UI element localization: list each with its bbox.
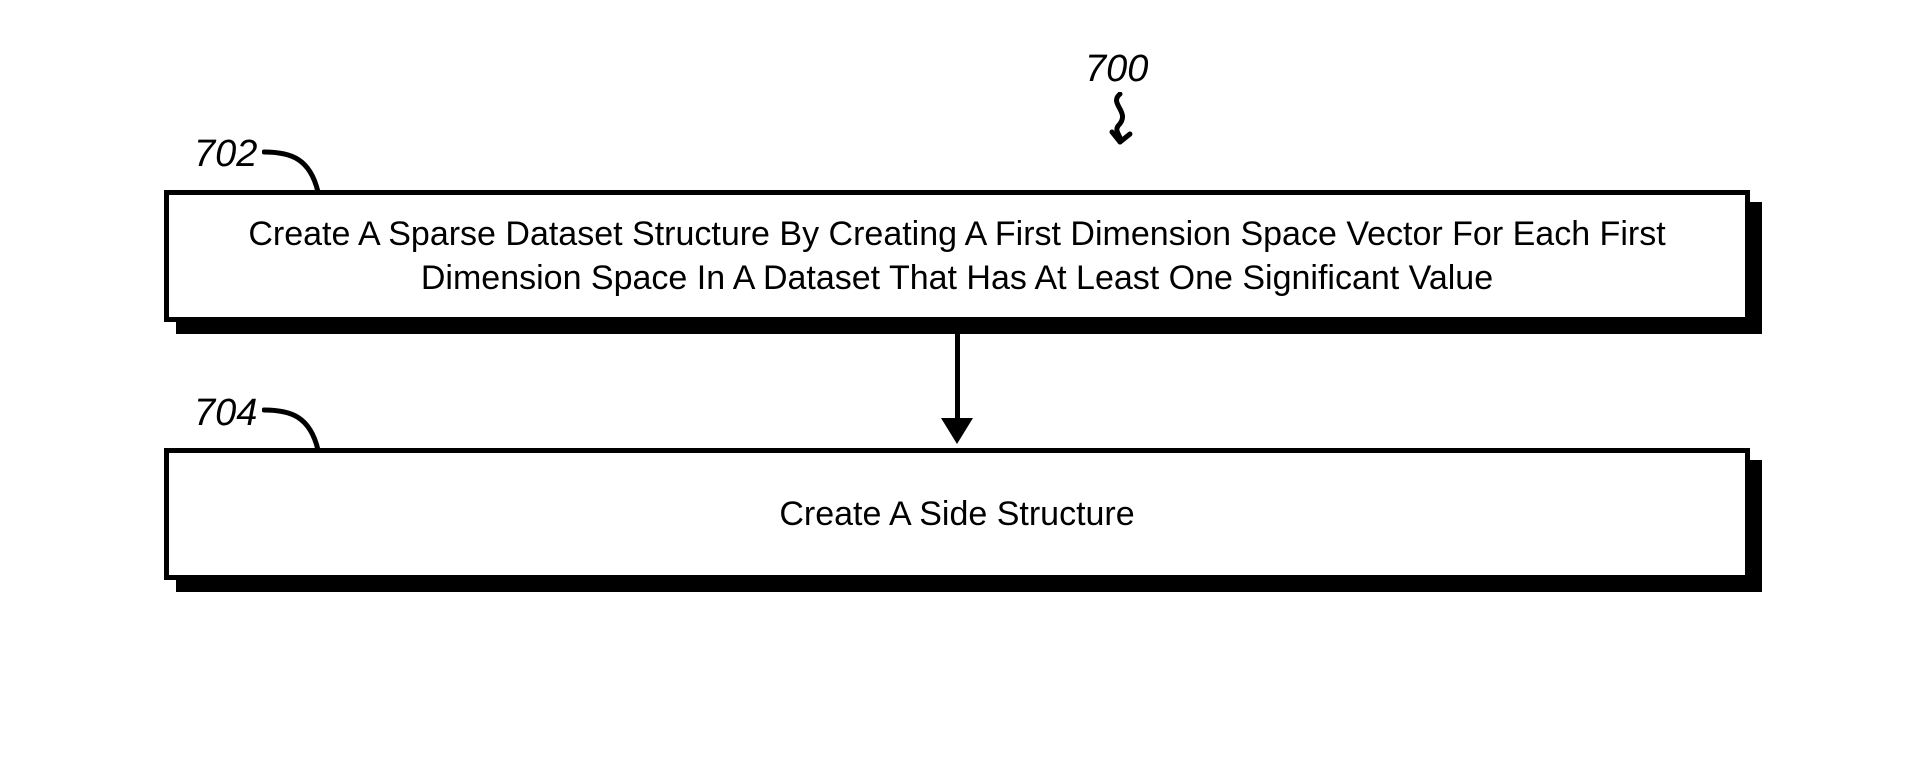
flow-step-702: Create A Sparse Dataset Structure By Cre… xyxy=(164,190,1750,322)
step-ref-702: 702 xyxy=(194,133,257,176)
flow-step-702-text: Create A Sparse Dataset Structure By Cre… xyxy=(209,212,1705,300)
step-ref-704-leader xyxy=(262,406,332,454)
flow-arrow xyxy=(955,334,960,422)
flow-arrow-head xyxy=(941,418,973,444)
step-ref-702-leader xyxy=(262,148,332,196)
figure-ref-700: 700 xyxy=(1085,48,1148,91)
flowchart-canvas: 700 702 Create A Sparse Dataset Structur… xyxy=(0,0,1921,774)
flow-step-704: Create A Side Structure xyxy=(164,448,1750,580)
figure-ref-700-leader xyxy=(1090,92,1150,152)
flow-step-704-text: Create A Side Structure xyxy=(779,492,1134,536)
step-ref-704: 704 xyxy=(194,392,257,435)
